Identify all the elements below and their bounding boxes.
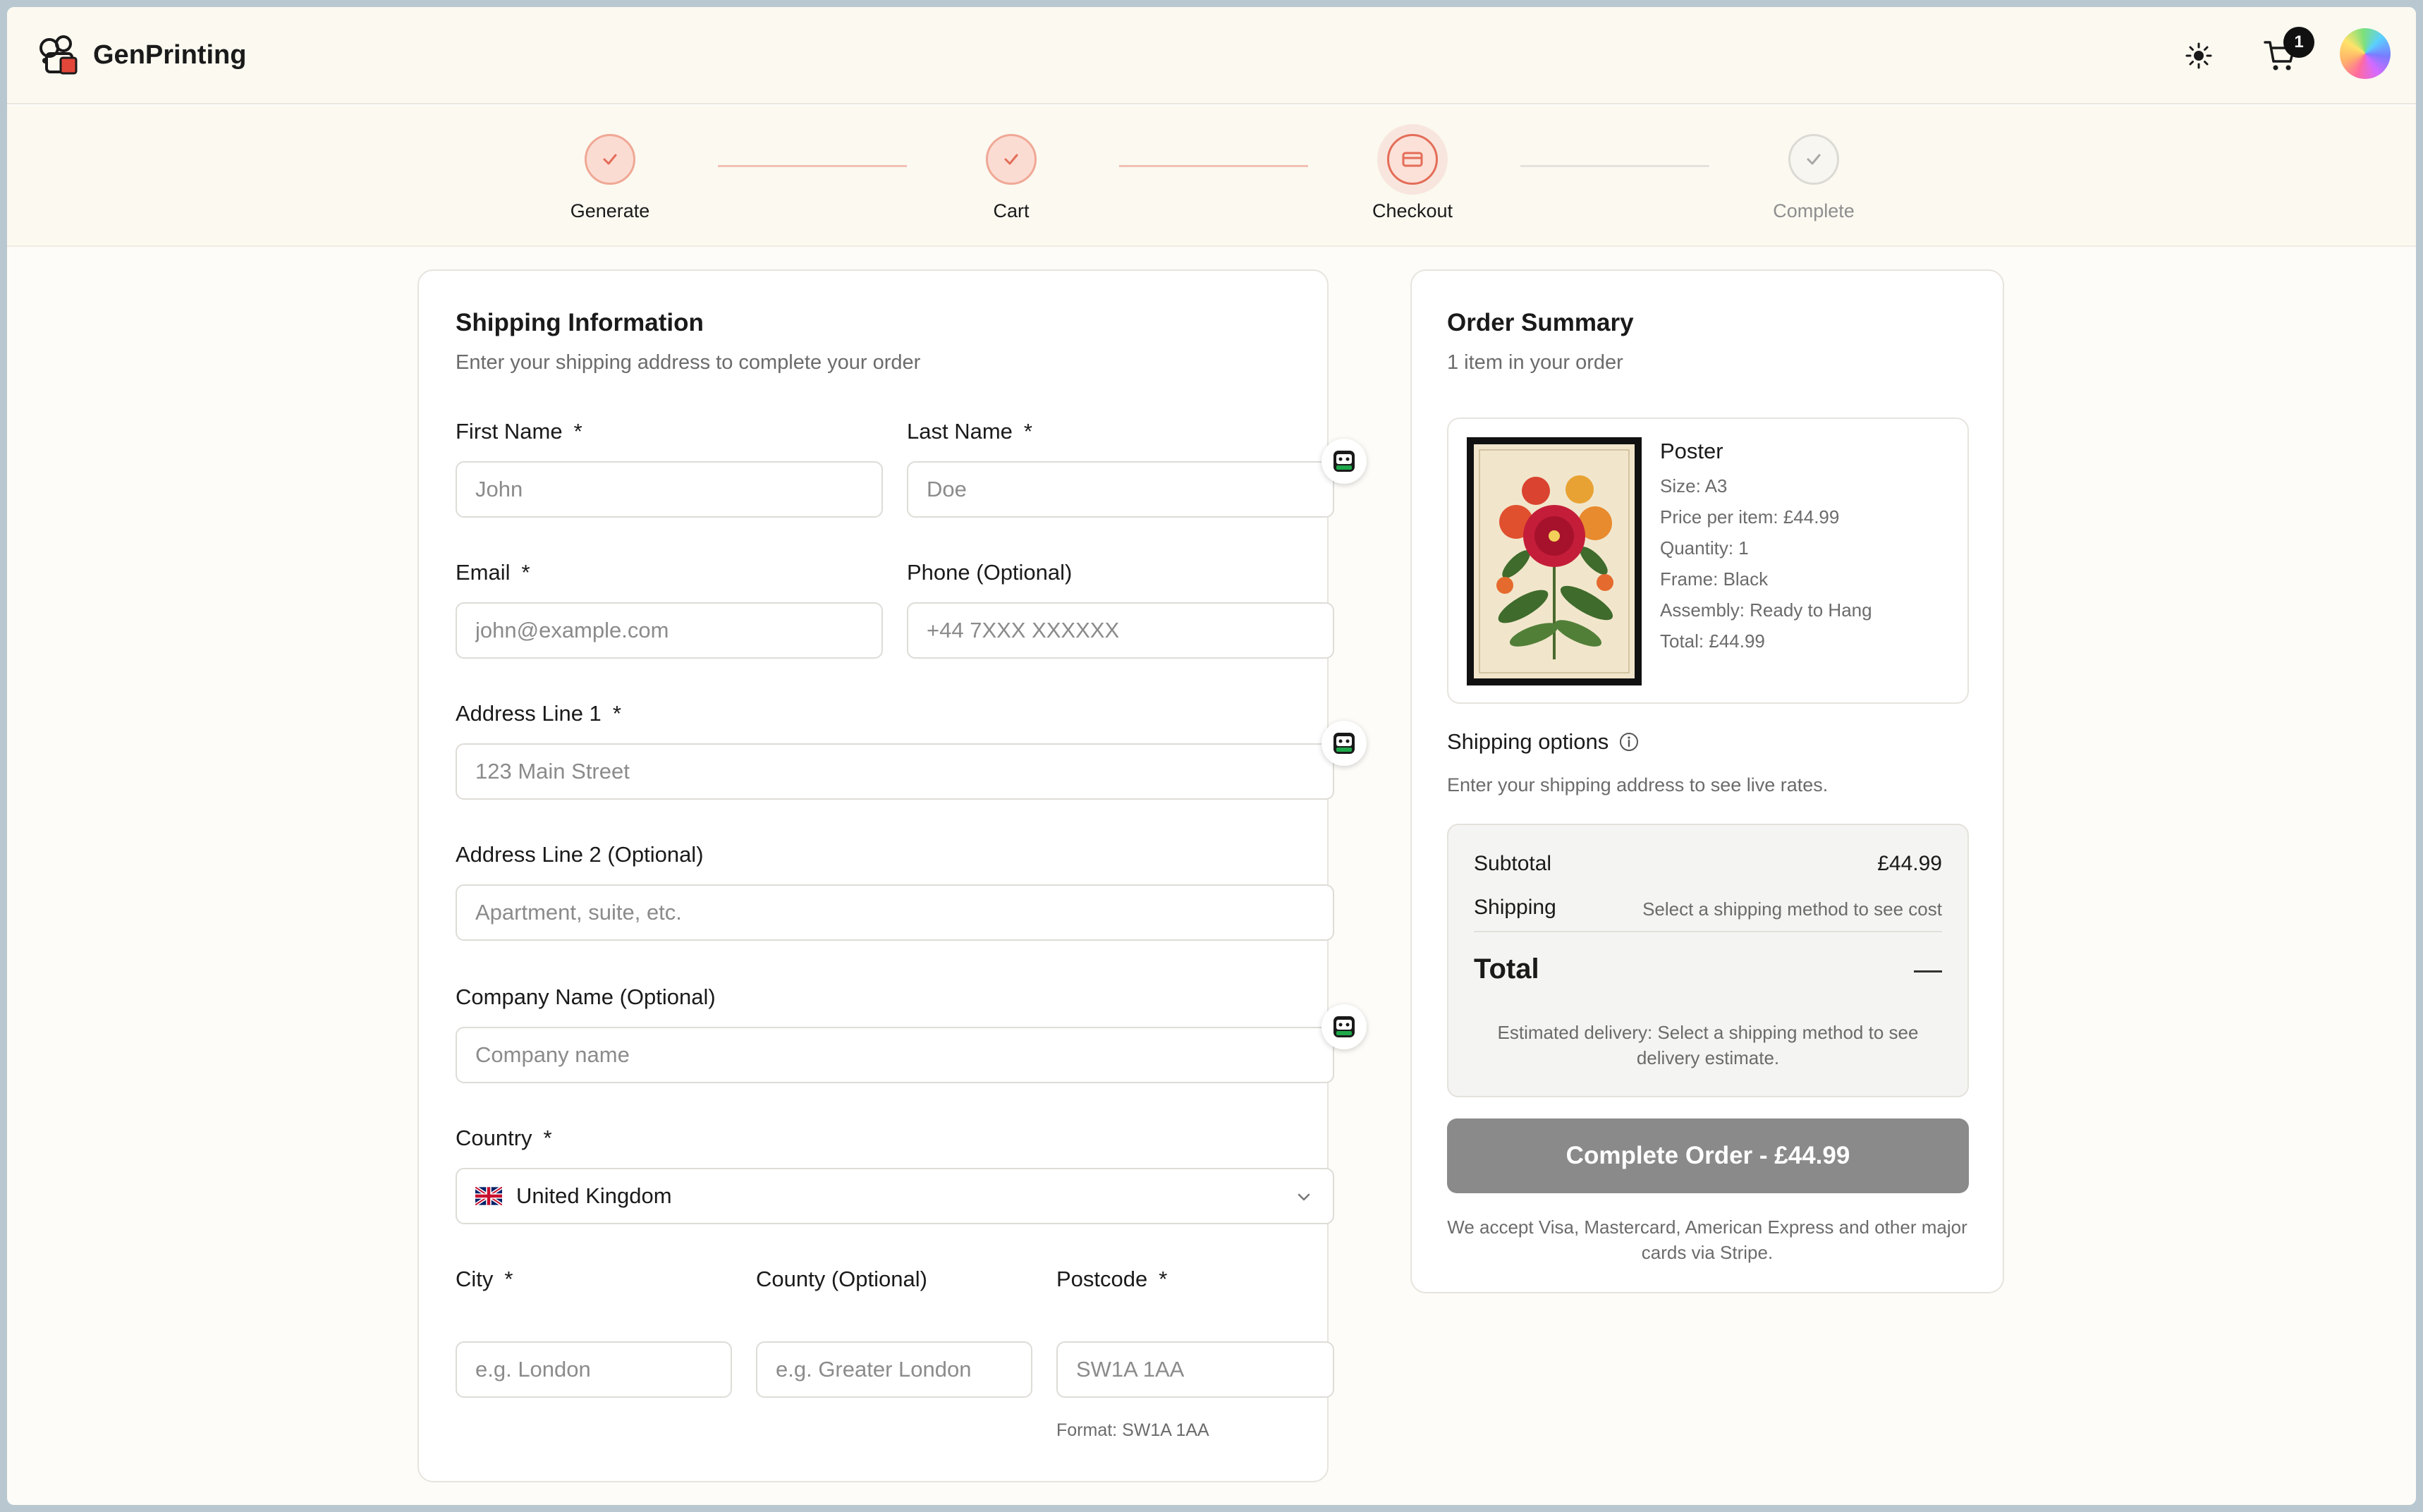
postcode-label: Postcode * xyxy=(1056,1267,1168,1291)
cart-count-badge: 1 xyxy=(2283,27,2314,58)
shipping-title: Shipping Information xyxy=(456,309,704,336)
step-checkout-circle xyxy=(1387,134,1438,185)
stepper-connector xyxy=(1520,165,1709,167)
password-manager-icon xyxy=(1333,1016,1355,1037)
estimated-delivery: Estimated delivery: Select a shipping me… xyxy=(1497,1022,1919,1068)
step-generate[interactable]: Generate xyxy=(525,134,695,222)
total-value-placeholder xyxy=(1914,970,1942,973)
country-select[interactable]: United Kingdom xyxy=(456,1168,1334,1224)
phone-label: Phone (Optional) xyxy=(907,560,1073,585)
check-icon xyxy=(1807,154,1821,165)
shipping-subtitle: Enter your shipping address to complete … xyxy=(456,351,921,374)
phone-input[interactable] xyxy=(907,602,1334,659)
shipping-options-hint: Enter your shipping address to see live … xyxy=(1447,774,1829,795)
credit-card-icon xyxy=(1402,152,1423,167)
shipping-information-card: Shipping Information Enter your shipping… xyxy=(417,269,1367,1482)
order-summary-card: Order Summary 1 item in your order Poste… xyxy=(1410,269,2004,1293)
county-label: County (Optional) xyxy=(756,1267,927,1291)
password-manager-button[interactable] xyxy=(1322,1004,1367,1049)
city-label: City * xyxy=(456,1267,513,1291)
check-icon xyxy=(603,154,617,165)
email-label: Email * xyxy=(456,560,530,585)
stepper-connector xyxy=(1119,165,1308,167)
order-summary-title: Order Summary xyxy=(1447,309,1634,336)
item-size: Size: A3 xyxy=(1660,475,1728,496)
step-label: Cart xyxy=(993,200,1030,221)
theme-toggle-button[interactable] xyxy=(2174,31,2223,80)
password-manager-button[interactable] xyxy=(1322,721,1367,766)
totals-panel: Subtotal £44.99 Shipping Select a shippi… xyxy=(1447,824,1969,1097)
subtotal-label: Subtotal xyxy=(1474,852,1552,875)
top-header: GenPrinting 1 xyxy=(7,7,2416,104)
postcode-format-hint: Format: SW1A 1AA xyxy=(1056,1420,1209,1440)
step-label: Complete xyxy=(1773,200,1855,221)
step-complete: Complete xyxy=(1729,134,1898,222)
step-complete-circle xyxy=(1788,134,1839,185)
complete-order-button[interactable]: Complete Order - £44.99 xyxy=(1447,1118,1969,1193)
item-total: Total: £44.99 xyxy=(1660,630,1765,652)
item-assembly: Assembly: Ready to Hang xyxy=(1660,599,1872,621)
first-name-label: First Name * xyxy=(456,419,582,444)
step-cart-circle xyxy=(986,134,1037,185)
app-window: GenPrinting 1 Generate Cart Checkout Com… xyxy=(7,7,2416,1505)
company-name-input[interactable] xyxy=(456,1027,1334,1083)
step-cart[interactable]: Cart xyxy=(927,134,1096,222)
password-manager-icon xyxy=(1333,733,1355,754)
address-line-1-label: Address Line 1 * xyxy=(456,701,621,726)
step-label: Generate xyxy=(570,200,650,221)
brand-name: GenPrinting xyxy=(93,39,247,70)
info-icon[interactable] xyxy=(1618,731,1640,752)
email-input[interactable] xyxy=(456,602,883,659)
city-input[interactable] xyxy=(456,1341,732,1398)
stepper-connector xyxy=(718,165,907,167)
user-avatar[interactable] xyxy=(2340,28,2391,79)
step-checkout: Checkout xyxy=(1328,134,1497,222)
genprinting-logo-icon xyxy=(39,35,78,75)
last-name-label: Last Name * xyxy=(907,419,1032,444)
check-icon xyxy=(1004,154,1018,165)
checkout-stepper: Generate Cart Checkout Complete xyxy=(7,106,2416,247)
county-input[interactable] xyxy=(756,1341,1032,1398)
order-item: Poster Size: A3 Price per item: £44.99 Q… xyxy=(1447,417,1969,704)
postcode-input[interactable] xyxy=(1056,1341,1334,1398)
address-line-1-input[interactable] xyxy=(456,743,1334,800)
order-summary-subtitle: 1 item in your order xyxy=(1447,351,1623,374)
uk-flag-icon xyxy=(475,1187,502,1205)
step-label: Checkout xyxy=(1372,200,1453,221)
totals-divider xyxy=(1474,931,1942,932)
country-value: United Kingdom xyxy=(516,1183,672,1208)
cart-button[interactable]: 1 xyxy=(2255,27,2314,80)
first-name-input[interactable] xyxy=(456,461,883,518)
address-line-2-label: Address Line 2 (Optional) xyxy=(456,842,704,867)
step-generate-circle xyxy=(585,134,635,185)
total-label: Total xyxy=(1474,953,1539,984)
shipping-options-heading: Shipping options xyxy=(1447,729,1640,755)
item-quantity: Quantity: 1 xyxy=(1660,537,1749,559)
password-manager-icon xyxy=(1333,451,1355,472)
address-line-2-input[interactable] xyxy=(456,884,1334,941)
country-label: Country * xyxy=(456,1126,552,1150)
item-name: Poster xyxy=(1660,439,1723,463)
item-price: Price per item: £44.99 xyxy=(1660,506,1840,528)
chevron-down-icon xyxy=(1298,1193,1310,1201)
payment-methods-note: We accept Visa, Mastercard, American Exp… xyxy=(1447,1217,1967,1263)
shipping-value: Select a shipping method to see cost xyxy=(1642,898,1942,920)
sun-icon xyxy=(2185,42,2212,69)
company-name-label: Company Name (Optional) xyxy=(456,984,716,1009)
password-manager-button[interactable] xyxy=(1322,439,1367,484)
botanical-flower-artwork xyxy=(1474,444,1635,678)
poster-thumbnail xyxy=(1467,437,1642,685)
brand-logo[interactable]: GenPrinting xyxy=(37,32,246,78)
last-name-input[interactable] xyxy=(907,461,1334,518)
shipping-label: Shipping xyxy=(1474,896,1556,919)
subtotal-value: £44.99 xyxy=(1877,852,1942,875)
item-frame: Frame: Black xyxy=(1660,568,1769,590)
